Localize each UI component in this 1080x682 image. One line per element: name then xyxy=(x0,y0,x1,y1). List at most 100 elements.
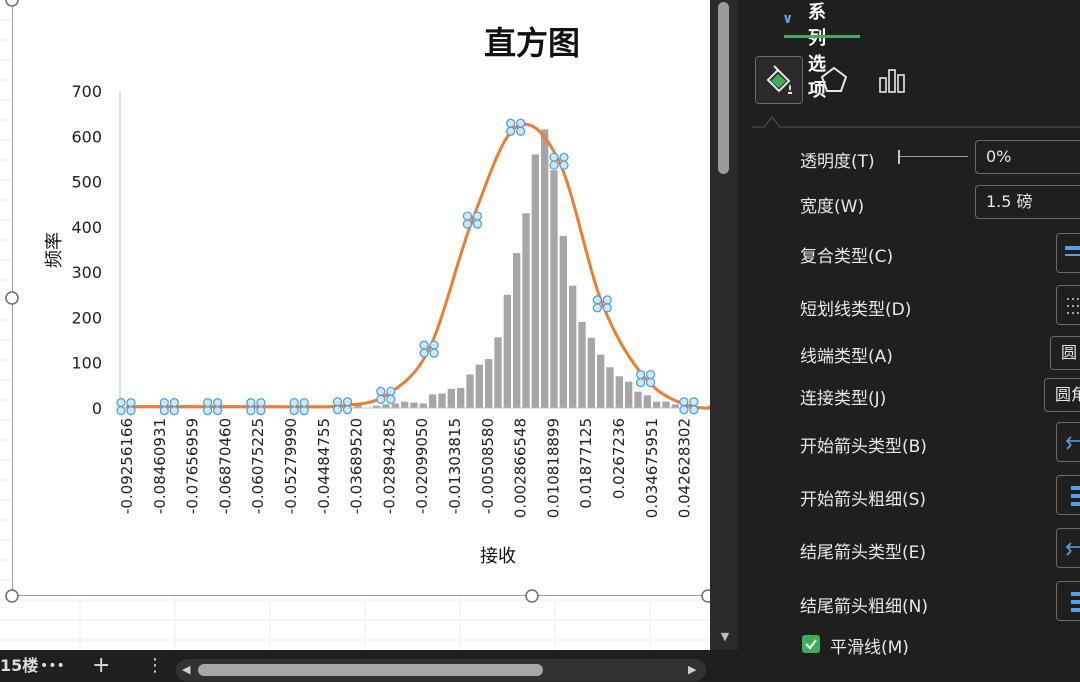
x-tick-label: 0.0267236 xyxy=(610,418,628,499)
histogram-bar xyxy=(597,354,605,408)
begin-arrow-type-button[interactable] xyxy=(1056,422,1080,462)
y-axis-title[interactable]: 频率 xyxy=(44,232,65,268)
vertical-scrollbar[interactable]: ▼ xyxy=(710,0,738,650)
histogram-bar xyxy=(559,235,567,408)
y-tick-label: 0 xyxy=(92,399,102,418)
end-arrow-type-button[interactable] xyxy=(1056,528,1080,568)
scroll-right-arrow-icon[interactable]: ▶ xyxy=(688,659,696,681)
x-tick-label: -0.02099050 xyxy=(413,418,431,514)
horizontal-scrollbar[interactable]: ◀ ▶ xyxy=(176,659,706,681)
x-tick-label: -0.05279990 xyxy=(282,418,300,514)
x-tick-label: 0.01877125 xyxy=(577,418,595,509)
width-input[interactable]: 1.5 磅 xyxy=(975,185,1080,219)
bar-chart-icon xyxy=(879,69,905,93)
arrow-size-icon xyxy=(1071,592,1080,612)
dash-lines-icon xyxy=(1067,298,1080,314)
chevron-down-icon[interactable]: ∨ xyxy=(782,6,793,32)
format-data-series-pane: ∨ 系列选项 透明度(T) 0% 宽度(W) 1.5 磅 复合类型(C) 短划线… xyxy=(738,0,1080,682)
checkmark-icon xyxy=(805,639,817,650)
chart-title[interactable]: 直方图 xyxy=(484,24,580,62)
resize-handle xyxy=(5,291,19,305)
fitted-curve-line xyxy=(126,122,710,410)
join-type-label: 连接类型(J) xyxy=(800,389,887,409)
end-arrow-size-label: 结尾箭头粗细(N) xyxy=(800,597,928,617)
resize-handle xyxy=(701,589,710,603)
begin-arrow-size-button[interactable] xyxy=(1056,475,1080,515)
histogram-bar xyxy=(671,404,679,408)
paint-bucket-icon xyxy=(766,65,792,94)
y-tick-label: 500 xyxy=(71,173,102,192)
histogram-bar xyxy=(429,394,437,408)
histogram-bar xyxy=(662,401,670,408)
smooth-line-checkbox[interactable] xyxy=(802,635,820,653)
histogram-bar xyxy=(475,364,483,408)
more-sheets-icon[interactable]: ••• xyxy=(40,650,65,682)
curve-series[interactable] xyxy=(116,118,710,416)
resize-handle xyxy=(5,0,19,7)
x-tick-label: -0.01303815 xyxy=(446,418,464,514)
histogram-bar xyxy=(485,359,493,408)
cap-type-dropdown[interactable]: 圆 xyxy=(1050,336,1080,370)
scroll-down-arrow-icon[interactable]: ▼ xyxy=(718,630,732,644)
histogram-bar xyxy=(466,374,474,408)
series-options-tab[interactable] xyxy=(868,56,916,104)
x-axis-title[interactable]: 接收 xyxy=(480,546,516,567)
histogram-bar xyxy=(531,154,539,408)
horizontal-scroll-thumb[interactable] xyxy=(198,664,543,676)
histogram-chart[interactable]: 直方图 频率 接收 0 100 200 300 400 500 600 700 -0.0925… xyxy=(0,0,710,650)
arrow-type-icon xyxy=(1065,436,1080,450)
add-sheet-button[interactable]: + xyxy=(92,650,110,682)
x-tick-label: -0.09256166 xyxy=(118,418,136,514)
begin-arrow-size-label: 开始箭头粗细(S) xyxy=(800,490,927,510)
histogram-bar xyxy=(419,403,427,408)
histogram-bar xyxy=(447,388,455,408)
slider-thumb[interactable] xyxy=(898,150,900,164)
histogram-bar xyxy=(634,391,642,408)
smooth-line-label[interactable]: 平滑线(M) xyxy=(830,633,909,658)
x-tick-label: -0.00508580 xyxy=(479,418,497,514)
sheet-menu-icon[interactable]: ⋮ xyxy=(146,650,164,682)
bar-series[interactable] xyxy=(223,129,698,408)
y-axis: 0 100 200 300 400 500 600 700 xyxy=(71,82,121,418)
end-arrow-size-button[interactable] xyxy=(1056,581,1080,621)
histogram-bar xyxy=(457,388,465,408)
transparency-slider[interactable] xyxy=(898,150,970,164)
y-tick-label: 600 xyxy=(71,127,102,146)
x-tick-label: 0.034675951 xyxy=(643,418,661,518)
pentagon-icon xyxy=(820,66,848,92)
histogram-bar xyxy=(522,213,530,408)
histogram-bar xyxy=(494,337,502,408)
fill-line-tab[interactable] xyxy=(755,56,803,104)
join-type-dropdown[interactable]: 圆角 xyxy=(1044,378,1080,412)
histogram-bar xyxy=(643,395,651,408)
histogram-bar xyxy=(382,404,390,408)
histogram-bar xyxy=(587,337,595,408)
x-tick-label: 0.042628302 xyxy=(676,418,694,518)
histogram-bar xyxy=(606,367,614,408)
y-tick-label: 100 xyxy=(71,354,102,373)
x-tick-label: -0.03689520 xyxy=(348,418,366,514)
vertical-scroll-thumb[interactable] xyxy=(718,2,729,174)
histogram-bar xyxy=(541,129,549,408)
histogram-bar xyxy=(550,170,558,408)
transparency-input[interactable]: 0% xyxy=(975,140,1080,174)
histogram-bar xyxy=(503,294,511,408)
effects-tab[interactable] xyxy=(810,56,858,104)
compound-type-button[interactable] xyxy=(1056,233,1080,273)
scroll-left-arrow-icon[interactable]: ◀ xyxy=(182,659,190,681)
resize-handle xyxy=(5,589,19,603)
arrow-type-icon xyxy=(1065,542,1080,556)
sheet-tab[interactable]: 15楼 xyxy=(0,650,38,682)
active-tab-underline xyxy=(784,35,860,38)
width-label: 宽度(W) xyxy=(800,197,865,217)
arrow-size-icon xyxy=(1071,486,1080,506)
y-tick-label: 200 xyxy=(71,308,102,327)
spreadsheet-area[interactable]: 直方图 频率 接收 0 100 200 300 400 500 600 700 -0.0925… xyxy=(0,0,710,650)
compound-type-label: 复合类型(C) xyxy=(800,247,894,267)
compound-lines-icon xyxy=(1065,246,1080,256)
dash-type-button[interactable] xyxy=(1056,285,1080,325)
y-tick-label: 400 xyxy=(71,218,102,237)
histogram-bar xyxy=(615,376,623,408)
histogram-bar xyxy=(391,403,399,408)
histogram-bar xyxy=(625,381,633,408)
